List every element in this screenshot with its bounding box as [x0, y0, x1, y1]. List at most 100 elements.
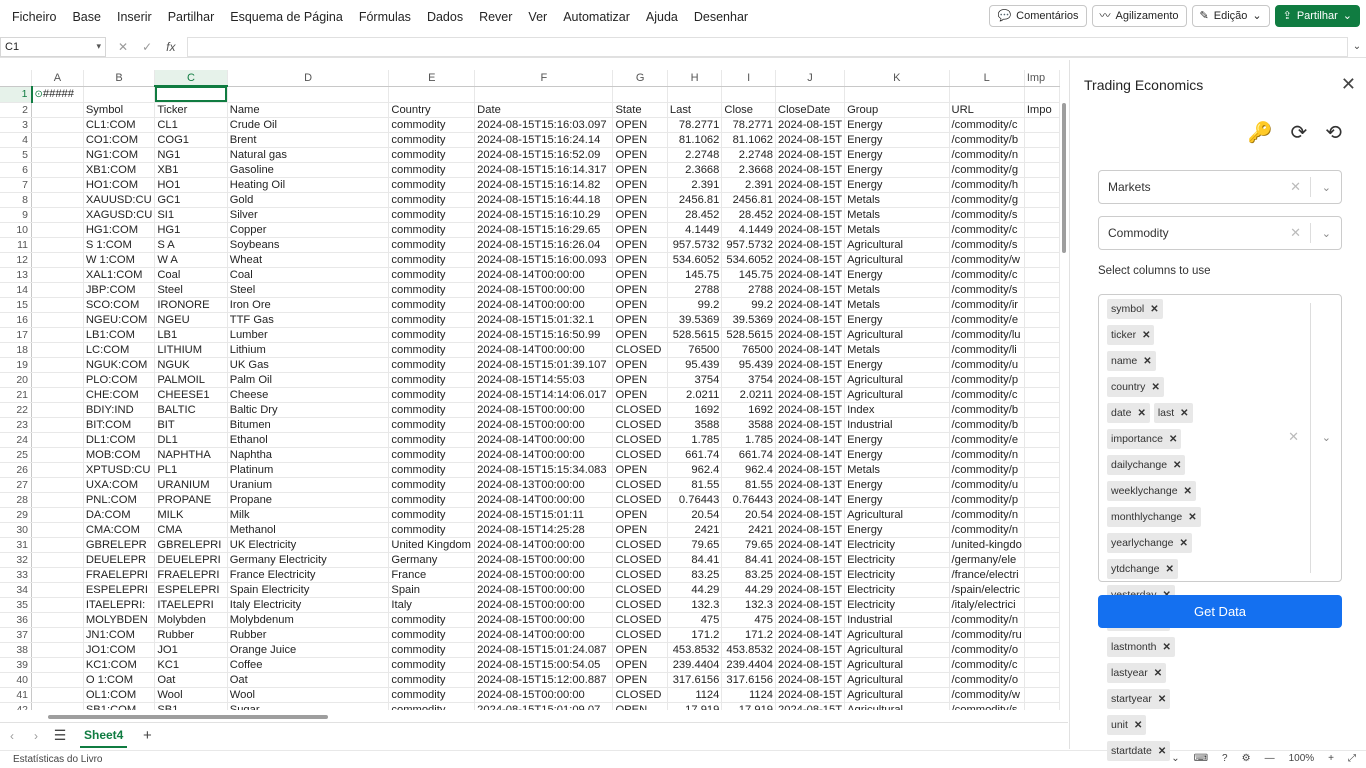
cell[interactable] [1024, 282, 1060, 298]
select-all-corner[interactable] [0, 70, 32, 87]
cell[interactable]: 2024-08-15T15:16:44.18 [474, 192, 614, 208]
remove-tag-icon[interactable]: ✕ [1142, 330, 1150, 341]
cell[interactable]: ESPELEPRI [83, 582, 156, 598]
cell[interactable]: ITAELEPRI [154, 597, 228, 613]
cell[interactable]: /commodity/p [949, 372, 1025, 388]
cell[interactable]: O 1:COM [83, 672, 156, 688]
cell[interactable] [31, 372, 84, 388]
cell[interactable] [1024, 537, 1060, 553]
markets-dropdown[interactable]: Markets ✕ ⌄ [1098, 170, 1342, 204]
cell[interactable]: HO1:COM [83, 177, 156, 193]
cell[interactable]: /commodity/w [949, 252, 1025, 268]
cell[interactable]: BIT:COM [83, 417, 156, 433]
cell[interactable]: PLO:COM [83, 372, 156, 388]
menu-item[interactable]: Inserir [109, 4, 160, 30]
cell[interactable]: Agricultural [844, 237, 950, 253]
cell[interactable] [31, 267, 84, 283]
cell[interactable]: Electricity [844, 537, 950, 553]
cell[interactable]: commodity [388, 387, 476, 403]
cell[interactable]: OPEN [612, 237, 668, 253]
row-header[interactable]: 6 [0, 162, 32, 178]
cell[interactable]: 2024-08-15T15:00:54.05 [474, 657, 614, 673]
cell[interactable]: Heating Oil [227, 177, 390, 193]
cell[interactable]: LC:COM [83, 342, 156, 358]
cell[interactable]: 239.4404 [721, 657, 777, 673]
cell[interactable]: 171.2 [667, 627, 723, 643]
cell[interactable]: Milk [227, 507, 390, 523]
cell[interactable]: /commodity/o [949, 672, 1025, 688]
cell[interactable]: 528.5615 [667, 327, 723, 343]
menu-item[interactable]: Partilhar [160, 4, 223, 30]
remove-tag-icon[interactable]: ✕ [1134, 720, 1142, 731]
cell[interactable]: SB1 [154, 702, 228, 710]
cell[interactable]: France [388, 567, 476, 583]
row-header[interactable]: 36 [0, 612, 32, 628]
refresh-icon[interactable]: ⟳ [1290, 120, 1307, 145]
cell[interactable]: SCO:COM [83, 297, 156, 313]
cell[interactable]: 2024-08-15T00:00:00 [474, 612, 614, 628]
cell[interactable]: commodity [388, 252, 476, 268]
all-sheets-icon[interactable]: ☰ [48, 727, 72, 744]
cell[interactable]: 957.5732 [721, 237, 777, 253]
cell[interactable] [1024, 192, 1060, 208]
cell[interactable]: OPEN [612, 642, 668, 658]
cell[interactable]: XAGUSD:CU [83, 207, 156, 223]
history-icon[interactable]: ⟲ [1325, 120, 1342, 145]
cell[interactable]: NGUK:COM [83, 357, 156, 373]
cell[interactable]: Crude Oil [227, 117, 390, 133]
cell[interactable]: GBRELEPR [83, 537, 156, 553]
cell[interactable]: 2024-08-14T00:00:00 [474, 492, 614, 508]
cell[interactable] [31, 312, 84, 328]
row-header[interactable]: 40 [0, 672, 32, 688]
row-header[interactable]: 2 [0, 102, 32, 118]
cell[interactable]: 2024-08-15T15:01:09.07 [474, 702, 614, 710]
cell[interactable]: 2024-08-15T [775, 402, 846, 418]
cell[interactable] [1024, 672, 1060, 688]
cell[interactable]: Name [227, 102, 390, 118]
cell[interactable] [1024, 327, 1060, 343]
cell[interactable]: DL1 [154, 432, 228, 448]
cell[interactable]: 2024-08-15T [775, 147, 846, 163]
cell[interactable]: /commodity/b [949, 417, 1025, 433]
cell[interactable]: /commodity/c [949, 387, 1025, 403]
cell[interactable]: PROPANE [154, 492, 228, 508]
cell[interactable] [31, 222, 84, 238]
cell[interactable]: GBRELEPRI [154, 537, 228, 553]
cell[interactable] [1024, 687, 1060, 703]
cell[interactable]: 2024-08-15T14:25:28 [474, 522, 614, 538]
cell[interactable]: 2421 [667, 522, 723, 538]
cell[interactable]: 2024-08-15T [775, 612, 846, 628]
cell[interactable]: 2024-08-15T00:00:00 [474, 687, 614, 703]
cell[interactable]: DEUELEPRI [154, 552, 228, 568]
cell[interactable]: commodity [388, 207, 476, 223]
cell[interactable]: 2024-08-15T15:16:24.14 [474, 132, 614, 148]
column-header[interactable]: E [388, 70, 476, 87]
menu-item[interactable]: Dados [419, 4, 471, 30]
chevron-down-icon[interactable]: ⌄ [1322, 181, 1331, 194]
cell[interactable]: UXA:COM [83, 477, 156, 493]
cell[interactable] [474, 86, 614, 103]
cell[interactable]: Methanol [227, 522, 390, 538]
cell[interactable]: SI1 [154, 207, 228, 223]
cell[interactable]: 2.0211 [667, 387, 723, 403]
cell[interactable]: commodity [388, 402, 476, 418]
cell[interactable]: /commodity/ru [949, 627, 1025, 643]
cell[interactable]: Agricultural [844, 687, 950, 703]
cell[interactable]: commodity [388, 417, 476, 433]
tab-sheet4[interactable]: Sheet4 [80, 724, 128, 748]
menu-item[interactable]: Ver [520, 4, 555, 30]
cell[interactable] [1024, 597, 1060, 613]
cell[interactable] [31, 522, 84, 538]
share-button[interactable]: ⇪ Partilhar ⌄ [1274, 5, 1360, 27]
cell[interactable] [1024, 132, 1060, 148]
cell[interactable] [1024, 552, 1060, 568]
cell[interactable]: 2024-08-15T [775, 237, 846, 253]
cell[interactable]: 2024-08-14T00:00:00 [474, 447, 614, 463]
menu-item[interactable]: Fórmulas [351, 4, 419, 30]
cell[interactable]: OPEN [612, 267, 668, 283]
cell[interactable] [31, 582, 84, 598]
cell[interactable]: 2024-08-15T [775, 177, 846, 193]
cell[interactable]: 3754 [721, 372, 777, 388]
column-header[interactable]: F [474, 70, 614, 87]
cell[interactable]: 44.29 [667, 582, 723, 598]
